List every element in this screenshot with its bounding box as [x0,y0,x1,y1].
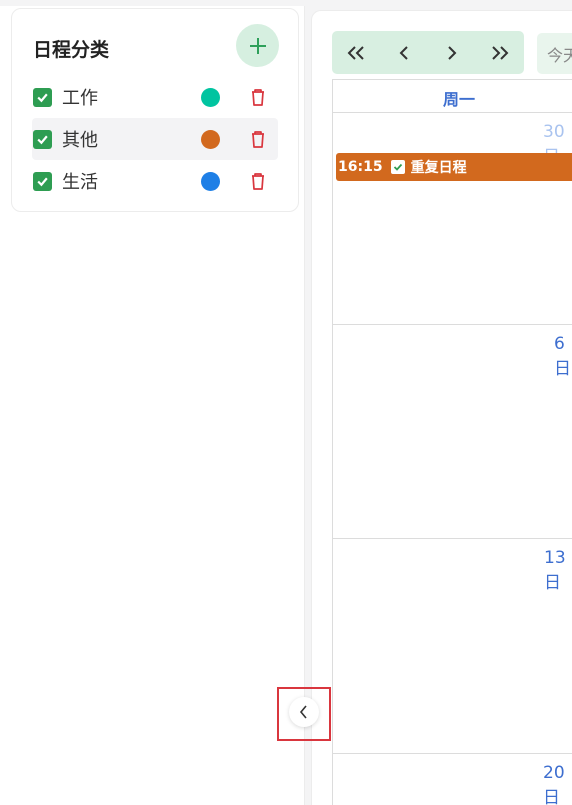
check-icon [37,177,48,186]
double-chevron-left-icon [347,45,364,60]
date-cell-label[interactable]: 13日 [544,548,572,593]
event-item[interactable]: 16:15 重复日程 [336,153,572,181]
check-icon [37,135,48,144]
prev-month-button[interactable] [380,31,428,74]
trash-icon [252,173,264,190]
calendar-nav [332,31,524,74]
event-time: 16:15 [338,159,383,175]
calendar-grid [332,79,572,805]
checkbox-work[interactable] [33,87,52,107]
category-row-work[interactable]: 工作 [32,76,278,118]
category-card: 日程分类 工作 其他 生活 [11,8,299,212]
collapse-sidebar-button[interactable] [289,697,319,727]
chevron-left-icon [299,705,307,719]
header-divider [332,112,572,113]
category-title: 日程分类 [33,39,110,61]
prev-year-button[interactable] [332,31,380,74]
color-dot[interactable] [201,129,220,149]
week-divider [332,753,572,754]
delete-category-button[interactable] [248,87,268,107]
event-done-checkbox[interactable] [390,160,405,174]
category-name: 生活 [62,172,98,193]
delete-category-button[interactable] [248,171,268,191]
week-divider [332,538,572,539]
double-chevron-right-icon [492,45,509,60]
weekday-header: 周一 [443,90,476,109]
app-root: 日程分类 工作 其他 生活 今天 周一 30 16:15 重复日程 6日 13日… [0,0,572,805]
trash-icon [252,89,264,106]
date-cell-label[interactable]: 20日 [543,763,572,805]
next-month-button[interactable] [428,31,476,74]
delete-category-button[interactable] [248,129,268,149]
checkbox-life[interactable] [33,171,52,191]
category-row-life[interactable]: 生活 [32,160,278,202]
check-icon [37,93,48,102]
color-dot[interactable] [201,87,220,107]
check-icon [393,163,402,171]
chevron-right-icon [448,45,457,60]
today-button[interactable]: 今天 [537,33,572,74]
plus-icon [249,37,266,54]
category-name: 工作 [62,88,98,109]
add-category-button[interactable] [236,24,279,67]
category-row-other[interactable]: 其他 [32,118,278,160]
checkbox-other[interactable] [33,129,52,149]
next-year-button[interactable] [476,31,524,74]
category-name: 其他 [62,130,98,151]
event-title: 重复日程 [410,160,467,176]
week-divider [332,324,572,325]
trash-icon [252,131,264,148]
color-dot[interactable] [201,171,220,191]
chevron-left-icon [399,45,408,60]
date-cell-label[interactable]: 6日 [554,334,572,379]
